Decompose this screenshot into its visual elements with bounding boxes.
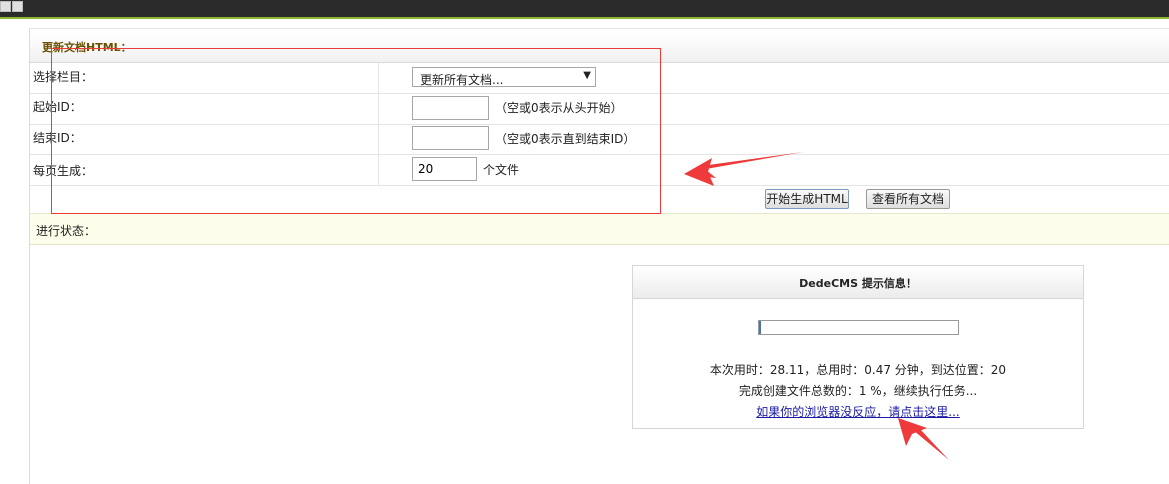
- panel-header: 更新文档HTML：: [30, 31, 1169, 63]
- message-line-progress: 完成创建文件总数的：1 %，继续执行任务...: [738, 384, 978, 398]
- end-id-input[interactable]: [412, 126, 489, 150]
- message-link-row: 如果你的浏览器没反应，请点击这里...: [633, 403, 1083, 420]
- per-page-label: 每页生成：: [33, 164, 94, 178]
- form-row-per-page: 每页生成：: [30, 154, 1169, 186]
- per-page-input[interactable]: [412, 157, 477, 181]
- start-id-label: 起始ID：: [33, 100, 82, 114]
- view-all-documents-button[interactable]: 查看所有文档: [866, 189, 950, 209]
- category-select[interactable]: 更新所有文档... ▼: [412, 67, 596, 87]
- panel-title: 更新文档HTML：: [42, 41, 132, 54]
- start-id-hint: （空或0表示从头开始）: [495, 101, 623, 115]
- start-id-input[interactable]: [412, 96, 489, 120]
- message-line-timing: 本次用时：28.11，总用时：0.47 分钟，到达位置：20: [709, 363, 1007, 377]
- form-row-category: 选择栏目：: [30, 62, 1169, 94]
- window-restore-icon[interactable]: [0, 1, 11, 12]
- top-bar-accent-line: [0, 17, 1169, 19]
- end-id-hint: （空或0表示直到结束ID）: [495, 132, 636, 146]
- message-box-title: DedeCMS 提示信息！: [799, 277, 917, 290]
- top-bar: [0, 0, 1169, 17]
- category-label: 选择栏目：: [33, 70, 94, 84]
- start-generate-button[interactable]: 开始生成HTML: [765, 189, 849, 209]
- continue-link[interactable]: 如果你的浏览器没反应，请点击这里...: [756, 405, 959, 419]
- category-select-value: 更新所有文档...: [420, 73, 504, 87]
- dropdown-arrow-icon: ▼: [583, 70, 591, 81]
- window-maximize-icon[interactable]: [12, 1, 23, 12]
- message-box: DedeCMS 提示信息！ 本次用时：28.11，总用时：0.47 分钟，到达位…: [632, 265, 1084, 429]
- per-page-unit: 个文件: [483, 163, 520, 177]
- status-label: 进行状态：: [36, 224, 97, 238]
- end-id-label: 结束ID：: [33, 131, 82, 145]
- progress-bar-fill: [759, 321, 761, 334]
- progress-status-row: 进行状态：: [30, 213, 1169, 245]
- progress-bar: [758, 320, 959, 335]
- message-box-header: DedeCMS 提示信息！: [633, 266, 1083, 299]
